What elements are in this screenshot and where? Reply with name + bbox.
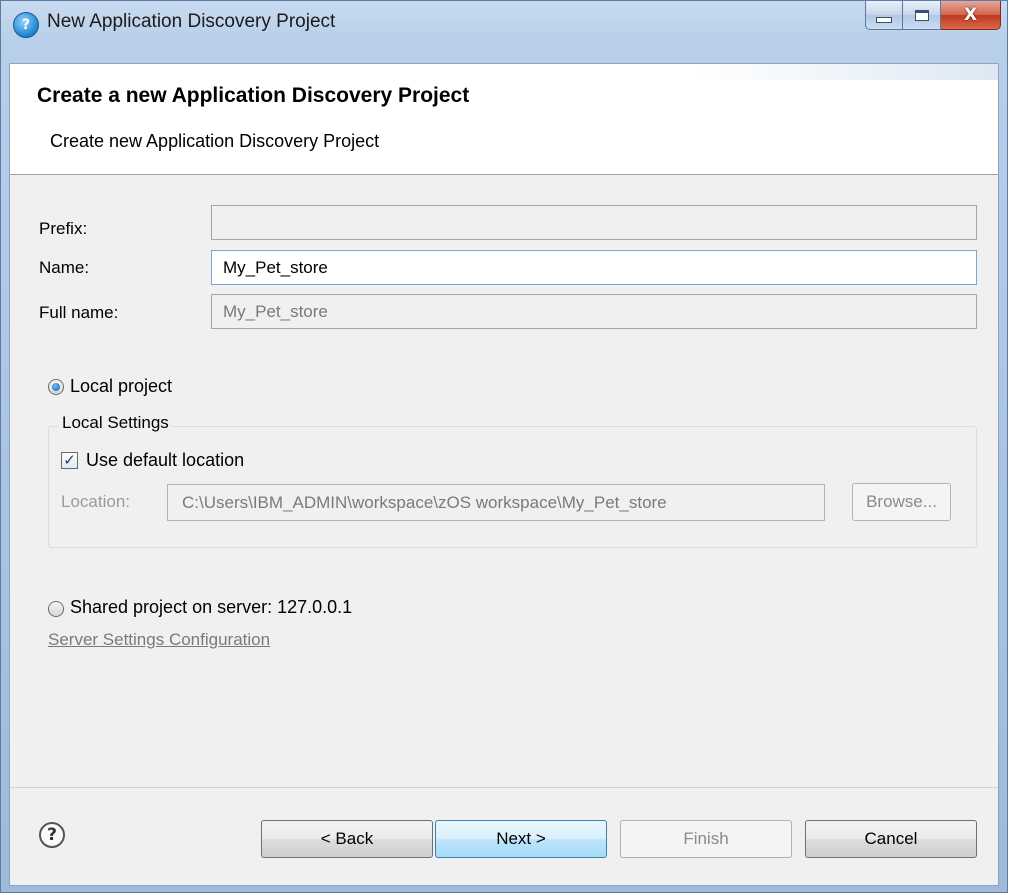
full-name-field: My_Pet_store	[211, 294, 977, 329]
dialog-window: ? New Application Discovery Project X Cr…	[0, 0, 1008, 893]
app-icon: ?	[13, 12, 39, 38]
title-bar[interactable]: ? New Application Discovery Project X	[1, 1, 1007, 63]
shared-project-radio[interactable]	[48, 601, 64, 617]
finish-button: Finish	[620, 820, 792, 858]
full-name-label: Full name:	[39, 303, 119, 322]
back-button[interactable]: < Back	[261, 820, 433, 858]
prefix-label: Prefix:	[39, 219, 88, 238]
local-settings-title: Local Settings	[59, 413, 172, 433]
name-label: Name:	[39, 258, 90, 277]
wizard-banner: Create a new Application Discovery Proje…	[10, 64, 998, 175]
footer-divider	[10, 787, 998, 788]
prefix-field	[211, 205, 977, 240]
dialog-client-area: Create a new Application Discovery Proje…	[9, 63, 999, 886]
name-input[interactable]: My_Pet_store	[211, 250, 977, 285]
window-title: New Application Discovery Project	[47, 11, 336, 32]
close-button[interactable]: X	[941, 1, 1001, 30]
banner-decoration	[698, 64, 998, 80]
location-label: Location:	[61, 492, 130, 511]
use-default-location-checkbox[interactable]: ✓	[61, 452, 78, 469]
local-project-radio[interactable]	[48, 379, 64, 395]
local-project-label[interactable]: Local project	[70, 376, 172, 397]
use-default-location-label[interactable]: Use default location	[86, 450, 244, 471]
minimize-button[interactable]	[865, 1, 903, 30]
close-icon: X	[963, 5, 978, 25]
window-controls: X	[865, 1, 1001, 31]
shared-project-label[interactable]: Shared project on server: 127.0.0.1	[70, 597, 352, 618]
checkmark-icon: ✓	[63, 451, 76, 469]
banner-subtitle: Create new Application Discovery Project	[50, 131, 380, 151]
banner-title: Create a new Application Discovery Proje…	[37, 84, 470, 107]
next-button[interactable]: Next >	[435, 820, 607, 858]
browse-button: Browse...	[852, 483, 951, 521]
server-settings-link[interactable]: Server Settings Configuration	[48, 630, 270, 650]
help-icon[interactable]: ?	[39, 822, 65, 848]
location-field: C:\Users\IBM_ADMIN\workspace\zOS workspa…	[167, 484, 825, 521]
maximize-icon	[914, 9, 929, 21]
maximize-button[interactable]	[903, 1, 941, 30]
minimize-icon	[876, 17, 892, 23]
cancel-button[interactable]: Cancel	[805, 820, 977, 858]
